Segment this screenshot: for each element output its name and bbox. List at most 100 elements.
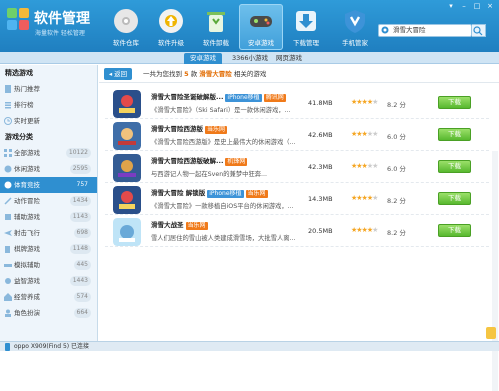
- maximize-icon[interactable]: □: [472, 2, 482, 10]
- sidebar-item-label: 动作冒险: [14, 197, 40, 205]
- sidebar-section-categories: 游戏分类: [5, 133, 33, 141]
- nav-software-uninstall[interactable]: 软件卸载: [194, 4, 238, 50]
- download-button[interactable]: 下载: [438, 224, 471, 237]
- tab-web-games[interactable]: 网页游戏: [270, 53, 308, 64]
- download-button[interactable]: 下载: [438, 96, 471, 109]
- nav-software-store[interactable]: 软件仓库: [104, 4, 148, 50]
- count-badge: 10122: [65, 148, 91, 158]
- sidebar-item-action[interactable]: 动作冒险 1434: [0, 193, 97, 209]
- game-score: 8.2 分: [387, 229, 406, 237]
- results-unit: 款: [190, 70, 198, 78]
- nav-android-games[interactable]: 安卓游戏: [239, 4, 283, 50]
- search-input[interactable]: 滑雪大冒险: [378, 24, 472, 37]
- rating-stars: ★★★★★: [351, 162, 378, 170]
- rating-stars: ★★★★★: [351, 98, 378, 106]
- grid-icon: [4, 149, 12, 157]
- upgrade-disc-icon: [159, 9, 183, 33]
- disc-icon: [114, 9, 138, 33]
- brain-icon: [5, 278, 11, 284]
- download-button[interactable]: 下载: [438, 128, 471, 141]
- nav-download-manager[interactable]: 下载管理: [284, 4, 328, 50]
- results-prefix: 一共为您找到: [143, 70, 182, 78]
- scrollbar[interactable]: [492, 151, 498, 391]
- sidebar-item-puzzle[interactable]: 益智游戏 1443: [0, 273, 97, 289]
- count-badge: 1143: [69, 212, 91, 222]
- title-bar: 软件管理 海量软件 轻松管理 软件仓库 软件升级 软件卸载 安卓游戏 下载管理 …: [0, 0, 499, 52]
- game-title: 滑雪大战圣 当乐网: [151, 219, 208, 230]
- platform-tag: iPhone移植: [207, 190, 244, 198]
- search-button[interactable]: [472, 24, 486, 37]
- sidebar-item-label: 棋牌游戏: [14, 245, 40, 253]
- download-button[interactable]: 下载: [438, 192, 471, 205]
- puzzle-icon: [5, 214, 11, 220]
- game-row[interactable]: 滑雪大冒险西游版 当乐网 《滑雪大冒险西游版》是史上最伟大的休闲游戏（... 42…: [105, 120, 489, 151]
- gamepad-icon: [250, 16, 272, 27]
- sword-icon: [4, 197, 12, 205]
- status-bar: oppo X909(Find 5) 已连接: [0, 341, 499, 351]
- sidebar-item-ranking[interactable]: 排行榜: [0, 97, 97, 113]
- sidebar-item-casual[interactable]: 休闲游戏 2595: [0, 161, 97, 177]
- app-title: 软件管理: [34, 11, 90, 27]
- sidebar-item-shooting[interactable]: 射击飞行 698: [0, 225, 97, 241]
- nav-label: 软件仓库: [113, 39, 139, 47]
- game-title: 滑雪大冒险 解锁版 iPhone移植 当乐网: [151, 187, 268, 198]
- game-row[interactable]: 滑雪大冒险圣诞破解版... iPhone移植 腾讯网 《滑雪大冒险》（Ski Saf…: [105, 88, 489, 119]
- sidebar-item-label: 辅助游戏: [14, 213, 40, 221]
- results-header: ◂ 返回 一共为您找到 5 款 滑雪大冒险 相关的游戏: [99, 65, 499, 83]
- game-title: 滑雪大冒险西游版破解... 机锋网: [151, 155, 248, 166]
- sub-tab-bar: 安卓游戏 3366小游戏 网页游戏: [0, 52, 499, 64]
- minimize-icon[interactable]: –: [459, 2, 469, 10]
- sidebar-item-assist[interactable]: 辅助游戏 1143: [0, 209, 97, 225]
- game-description: 《滑雪大冒险西游版》是史上最伟大的休闲游戏（...: [151, 139, 296, 146]
- count-badge: 445: [73, 260, 91, 270]
- tab-3366-games[interactable]: 3366小游戏: [226, 53, 274, 64]
- sidebar-item-management[interactable]: 经营养成 574: [0, 289, 97, 305]
- search-logo-icon: [381, 26, 389, 34]
- nav-phone-manager[interactable]: 手机管家: [333, 4, 377, 50]
- shield-icon: [345, 10, 365, 33]
- sidebar-item-label: 射击飞行: [14, 229, 40, 237]
- back-button[interactable]: ◂ 返回: [104, 68, 132, 80]
- clock-icon: [4, 117, 12, 125]
- skin-icon[interactable]: ▾: [446, 2, 456, 10]
- nav-software-upgrade[interactable]: 软件升级: [149, 4, 193, 50]
- game-description: 《滑雪大冒险》（Ski Safari）是一款休闲游戏，...: [151, 107, 291, 114]
- game-size: 20.5MB: [308, 227, 333, 235]
- house-icon: [4, 293, 12, 301]
- sidebar-item-label: 排行榜: [14, 101, 34, 109]
- close-icon[interactable]: ×: [485, 2, 495, 10]
- download-button[interactable]: 下载: [438, 160, 471, 173]
- sidebar-item-label: 模拟辅助: [14, 261, 40, 269]
- game-size: 42.6MB: [308, 131, 333, 139]
- platform-tag: iPhone移植: [225, 94, 262, 102]
- game-row[interactable]: 滑雪大战圣 当乐网 雪人们居住的雪山被人类建成滑雪场，大批雪人离... 20.5M…: [105, 216, 489, 247]
- casual-icon: [4, 165, 12, 173]
- user-icon: [5, 309, 11, 317]
- sidebar-item-updates[interactable]: 实时更新: [0, 113, 97, 129]
- resize-grip-icon[interactable]: [485, 326, 497, 340]
- game-row[interactable]: 滑雪大冒险西游版破解... 机锋网 与西游记人物一起在Sven的兼梦中狂奔... …: [105, 152, 489, 183]
- count-badge: 574: [73, 292, 91, 302]
- plane-icon: [4, 230, 12, 236]
- sidebar-item-cards[interactable]: 棋牌游戏 1148: [0, 241, 97, 257]
- main-content: ◂ 返回 一共为您找到 5 款 滑雪大冒险 相关的游戏 滑雪大冒险圣诞破解版..…: [99, 65, 499, 391]
- search-value: 滑雪大冒险: [393, 26, 426, 34]
- ball-icon: [4, 181, 12, 189]
- sidebar-item-sports[interactable]: 体育竞技 757: [0, 177, 97, 193]
- game-name: 滑雪大战圣: [151, 221, 184, 229]
- cards-icon: [5, 246, 10, 253]
- count-badge: 2595: [69, 164, 91, 174]
- game-row[interactable]: 滑雪大冒险 解锁版 iPhone移植 当乐网 《滑雪大冒险》一款移植自iOS平台的休…: [105, 184, 489, 215]
- nav-label: 下载管理: [293, 39, 319, 47]
- sidebar-item-rpg[interactable]: 角色扮演 664: [0, 305, 97, 321]
- sidebar-item-hot[interactable]: 热门推荐: [0, 81, 97, 97]
- device-status: oppo X909(Find 5) 已连接: [14, 343, 90, 350]
- tab-android-games[interactable]: 安卓游戏: [184, 53, 222, 64]
- sidebar-item-simulation[interactable]: 模拟辅助 445: [0, 257, 97, 273]
- sidebar-item-label: 经营养成: [14, 293, 40, 301]
- sidebar-item-label: 全部游戏: [14, 149, 40, 157]
- list-icon: [5, 102, 11, 109]
- sidebar-item-all[interactable]: 全部游戏 10122: [0, 145, 97, 161]
- game-icon: [113, 122, 141, 150]
- nav-label: 手机管家: [342, 39, 368, 47]
